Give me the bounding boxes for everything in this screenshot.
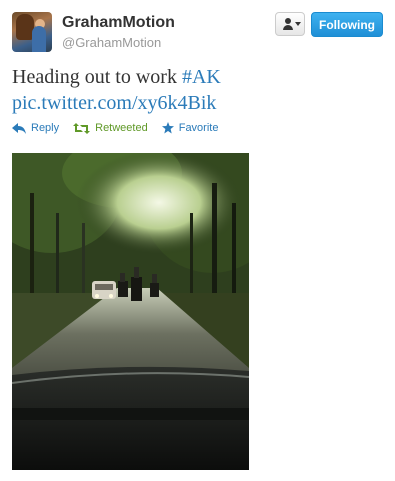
hashtag-link[interactable]: #AK xyxy=(182,66,221,88)
star-icon xyxy=(161,122,174,134)
favorite-label: Favorite xyxy=(178,122,219,134)
retweeted-label: Retweeted xyxy=(95,122,148,134)
reply-icon xyxy=(12,122,26,134)
avatar-person xyxy=(32,26,46,52)
favorite-action[interactable]: Favorite xyxy=(161,122,219,134)
retweet-action[interactable]: Retweeted xyxy=(73,122,148,134)
caret-down-icon xyxy=(295,22,301,26)
reply-label: Reply xyxy=(31,122,60,134)
display-name[interactable]: GrahamMotion xyxy=(62,14,175,32)
tweet-actions: Reply Retweeted Favorite xyxy=(12,122,232,134)
tweet-media-link[interactable]: pic.twitter.com/xy6k4Bik xyxy=(12,92,216,115)
reply-action[interactable]: Reply xyxy=(12,122,59,134)
following-button[interactable]: Following xyxy=(311,12,383,37)
user-icon xyxy=(285,18,291,24)
avatar[interactable] xyxy=(12,12,52,52)
media-link[interactable]: pic.twitter.com/xy6k4Bik xyxy=(12,92,216,114)
user-actions-button[interactable] xyxy=(275,12,305,36)
user-icon-body xyxy=(283,25,293,30)
user-handle[interactable]: @GrahamMotion xyxy=(62,35,161,50)
tweet-photo[interactable] xyxy=(12,153,249,470)
photo-scene xyxy=(12,153,249,470)
retweet-icon xyxy=(73,122,91,134)
tweet-text-body: Heading out to work xyxy=(12,66,182,88)
tweet-text: Heading out to work #AK xyxy=(12,66,221,89)
